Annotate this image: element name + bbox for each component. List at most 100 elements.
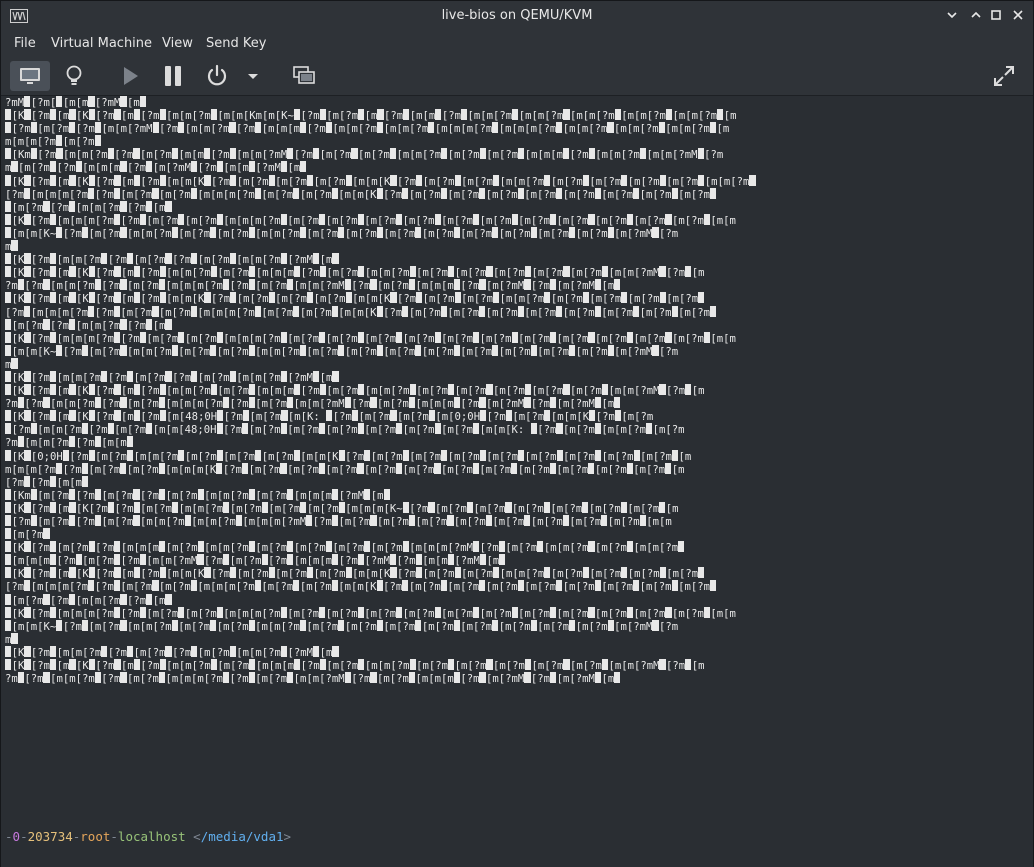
escape-glyph (139, 606, 146, 618)
escape-glyph (454, 292, 461, 304)
escape-glyph (254, 187, 261, 199)
restore-icon[interactable] (985, 5, 1007, 27)
escape-glyph (235, 515, 243, 526)
escape-glyph (171, 226, 178, 238)
escape-glyph (530, 344, 537, 356)
details-view-button[interactable] (59, 61, 89, 91)
escape-glyph (582, 292, 589, 304)
escape-glyph (435, 109, 442, 121)
escape-glyph (5, 528, 12, 540)
menu-send-key[interactable]: Send Key (206, 36, 266, 51)
escape-glyph (88, 567, 95, 579)
fullscreen-button[interactable] (989, 61, 1019, 91)
escape-glyph (370, 397, 377, 409)
menu-virtual-machine[interactable]: Virtual Machine (51, 36, 152, 51)
escape-glyph (24, 384, 31, 396)
menu-view[interactable]: View (162, 36, 193, 51)
terminal-line: [Km [?m [m[m[?m [?m [m[?m [m[m [?m [m[m[?mM [?m[… (5, 148, 1031, 161)
escape-glyph (114, 606, 121, 618)
escape-glyph (351, 410, 359, 422)
escape-glyph (416, 174, 423, 186)
escape-glyph (633, 580, 640, 592)
terminal-line: m (5, 357, 1031, 371)
run-button[interactable] (115, 61, 145, 91)
escape-glyph (415, 226, 422, 238)
terminal-line: [K [?m [m [K [?m [m [?m [m[m[?m [m[m[Km[m[K~ [?m[… (5, 109, 1031, 122)
escape-glyph (229, 122, 236, 134)
escape-glyph (11, 632, 18, 644)
title-bar[interactable]: live-bios on QEMU/KVM (1, 1, 1033, 31)
console-view-button[interactable] (10, 61, 50, 91)
escape-glyph (594, 672, 602, 684)
escape-glyph (69, 488, 76, 500)
escape-glyph (94, 122, 102, 134)
escape-glyph (158, 397, 166, 409)
terminal-line: [K [?m [m [K [?m [m [?m [m[m[K [?m [m[?m [m[?m [m[?… (5, 567, 1031, 580)
terminal-line: [?m [m[m[m[?m [?m [m[?m [m[?m [m[m[m[?m [m[?m[… (5, 580, 1031, 593)
escape-glyph (5, 488, 12, 500)
escape-glyph (492, 344, 499, 356)
close-icon[interactable] (1007, 5, 1029, 27)
escape-glyph (454, 174, 461, 186)
escape-glyph (114, 109, 121, 121)
escape-glyph (517, 305, 524, 317)
escape-glyph (601, 266, 609, 278)
escape-glyph (50, 501, 57, 513)
escape-glyph (307, 567, 314, 579)
vm-console-screen[interactable]: ?mM [?m[[m[m [?mM [m [K [?m [m [K [?m [m [?m [m[m[?… (1, 96, 1033, 867)
escape-glyph (280, 253, 288, 265)
prompt-exit-code: 0 (12, 829, 21, 844)
escape-glyph (332, 253, 339, 265)
escape-glyph (473, 606, 480, 618)
escape-glyph (633, 305, 640, 317)
escape-glyph (364, 449, 371, 461)
escape-glyph (331, 187, 338, 199)
escape-glyph (544, 410, 551, 422)
escape-glyph (120, 279, 127, 291)
escape-glyph (268, 174, 275, 186)
escape-glyph (652, 619, 659, 631)
escape-glyph (268, 292, 275, 304)
maximize-icon[interactable] (965, 5, 987, 27)
escape-glyph (325, 541, 332, 553)
escape-glyph (30, 488, 37, 500)
escape-glyph (230, 174, 237, 186)
escape-glyph (171, 344, 178, 356)
escape-glyph (601, 659, 609, 671)
escape-glyph (665, 109, 673, 121)
snapshots-button[interactable] (289, 61, 319, 91)
escape-glyph (204, 567, 211, 579)
menu-file[interactable]: File (14, 36, 36, 51)
escape-glyph (479, 580, 486, 592)
escape-glyph (81, 344, 89, 356)
escape-glyph (390, 292, 397, 304)
escape-glyph (56, 226, 63, 238)
escape-glyph (376, 619, 383, 631)
escape-glyph (81, 462, 88, 474)
escape-glyph (197, 541, 204, 553)
escape-glyph (485, 515, 492, 526)
escape-glyph (165, 645, 172, 657)
escape-glyph (364, 488, 371, 500)
escape-glyph (127, 370, 134, 382)
escape-glyph (248, 161, 256, 173)
shutdown-menu-button[interactable] (243, 61, 263, 91)
escape-glyph (62, 449, 69, 461)
escape-glyph (159, 174, 166, 186)
minimize-icon[interactable] (941, 5, 963, 27)
escape-glyph (607, 344, 614, 356)
escape-glyph (556, 580, 563, 592)
escape-glyph (165, 318, 172, 330)
escape-glyph (216, 423, 223, 435)
shutdown-button[interactable] (202, 61, 232, 91)
escape-glyph (223, 554, 230, 566)
escape-glyph (17, 397, 24, 409)
escape-glyph (88, 580, 95, 592)
escape-glyph (332, 645, 339, 657)
escape-glyph (11, 161, 18, 173)
pause-button[interactable] (158, 61, 188, 91)
escape-glyph (120, 200, 127, 212)
escape-glyph (479, 449, 486, 461)
terminal-line: [m[m[m [?m [m[?m [?m [m[m[?mM [?m [m[?m [?m [m[m… (5, 554, 1031, 567)
escape-glyph (313, 645, 320, 657)
